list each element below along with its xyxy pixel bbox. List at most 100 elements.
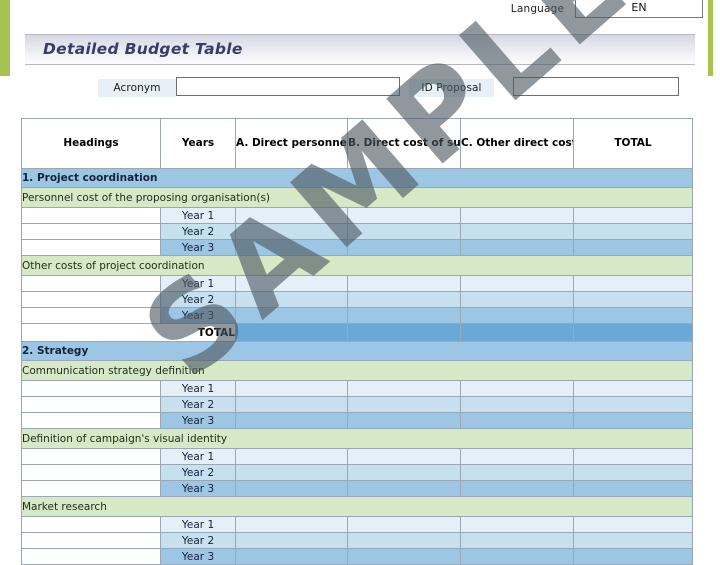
other-direct-cost-cell[interactable] xyxy=(460,480,574,497)
language-label: Language xyxy=(510,3,565,15)
heading-input-cell[interactable] xyxy=(21,464,161,481)
heading-input-cell[interactable] xyxy=(21,532,161,549)
column-header-other-costs: C. Other direct costs xyxy=(460,118,574,169)
personnel-cost-cell[interactable] xyxy=(235,380,348,397)
detailed-budget-table: Headings Years A. Direct personnel costs… xyxy=(21,118,693,565)
other-direct-cost-cell[interactable] xyxy=(460,448,574,465)
other-direct-cost-cell[interactable] xyxy=(460,380,574,397)
heading-input-cell[interactable] xyxy=(21,412,161,429)
personnel-cost-cell[interactable] xyxy=(235,516,348,533)
heading-input-cell[interactable] xyxy=(21,516,161,533)
subcontracting-cost-cell[interactable] xyxy=(347,396,461,413)
other-direct-cost-cell[interactable] xyxy=(460,532,574,549)
personnel-cost-cell[interactable] xyxy=(235,412,348,429)
other-direct-cost-cell[interactable] xyxy=(460,275,574,292)
personnel-cost-cell[interactable] xyxy=(235,480,348,497)
year-label-cell: Year 3 xyxy=(160,548,236,565)
personnel-cost-cell[interactable] xyxy=(235,532,348,549)
year-label-cell: Year 3 xyxy=(160,412,236,429)
personnel-cost-cell[interactable] xyxy=(235,464,348,481)
id-proposal-input[interactable] xyxy=(513,77,679,96)
subsection-header-row: Definition of campaign's visual identity xyxy=(21,428,693,449)
other-direct-cost-cell[interactable] xyxy=(460,291,574,308)
column-header-headings: Headings xyxy=(21,118,161,169)
personnel-cost-cell[interactable] xyxy=(235,223,348,240)
personnel-cost-cell[interactable] xyxy=(235,291,348,308)
row-total-cell xyxy=(573,396,693,413)
budget-year-row: Year 2 xyxy=(21,532,693,549)
row-total-cell xyxy=(573,548,693,565)
row-total-cell xyxy=(573,223,693,240)
section-header-row: 2. Strategy xyxy=(21,341,693,361)
budget-year-row: Year 1 xyxy=(21,516,693,533)
personnel-cost-cell[interactable] xyxy=(235,396,348,413)
language-select[interactable]: EN xyxy=(575,0,703,18)
personnel-cost-cell[interactable] xyxy=(235,548,348,565)
subcontracting-cost-cell[interactable] xyxy=(347,307,461,324)
subsection-header-row: Other costs of project coordination xyxy=(21,255,693,276)
other-direct-cost-cell[interactable] xyxy=(460,516,574,533)
subcontracting-cost-cell[interactable] xyxy=(347,480,461,497)
right-accent-stripe xyxy=(708,0,713,76)
subcontracting-cost-cell[interactable] xyxy=(347,464,461,481)
subcontracting-cost-cell[interactable] xyxy=(347,532,461,549)
personnel-cost-cell[interactable] xyxy=(235,207,348,224)
row-total-cell xyxy=(573,275,693,292)
section-title: 1. Project coordination xyxy=(21,168,693,188)
heading-input-cell[interactable] xyxy=(21,480,161,497)
heading-input-cell[interactable] xyxy=(21,223,161,240)
row-total-cell xyxy=(573,532,693,549)
subcontracting-cost-cell[interactable] xyxy=(347,412,461,429)
personnel-cost-cell[interactable] xyxy=(235,239,348,256)
acronym-label: Acronym xyxy=(98,79,176,97)
budget-year-row: Year 2 xyxy=(21,464,693,481)
row-total-cell xyxy=(573,448,693,465)
heading-input-cell[interactable] xyxy=(21,396,161,413)
heading-input-cell[interactable] xyxy=(21,448,161,465)
acronym-input[interactable] xyxy=(176,77,400,96)
other-direct-cost-cell[interactable] xyxy=(460,207,574,224)
heading-input-cell[interactable] xyxy=(21,307,161,324)
other-direct-cost-cell[interactable] xyxy=(460,239,574,256)
year-label-cell: Year 2 xyxy=(160,291,236,308)
personnel-cost-cell[interactable] xyxy=(235,448,348,465)
heading-input-cell[interactable] xyxy=(21,291,161,308)
year-label-cell: Year 1 xyxy=(160,516,236,533)
subcontracting-cost-cell[interactable] xyxy=(347,516,461,533)
subsection-title: Personnel cost of the proposing organisa… xyxy=(21,187,693,208)
subcontracting-cost-cell[interactable] xyxy=(347,448,461,465)
other-direct-cost-cell[interactable] xyxy=(460,464,574,481)
language-bar: Language EN xyxy=(0,0,720,22)
subcontracting-cost-cell[interactable] xyxy=(347,548,461,565)
other-direct-cost-cell[interactable] xyxy=(460,396,574,413)
personnel-cost-cell[interactable] xyxy=(235,307,348,324)
section-total-other xyxy=(460,323,574,342)
other-direct-cost-cell[interactable] xyxy=(460,548,574,565)
subsection-header-row: Market research xyxy=(21,496,693,517)
heading-input-cell[interactable] xyxy=(21,239,161,256)
table-body: 1. Project coordination Personnel cost of… xyxy=(21,168,693,565)
section-total-subcontracting xyxy=(347,323,461,342)
subsection-header-row: Personnel cost of the proposing organisa… xyxy=(21,187,693,208)
heading-input-cell[interactable] xyxy=(21,380,161,397)
subcontracting-cost-cell[interactable] xyxy=(347,291,461,308)
row-total-cell xyxy=(573,239,693,256)
subcontracting-cost-cell[interactable] xyxy=(347,275,461,292)
year-label-cell: Year 1 xyxy=(160,207,236,224)
personnel-cost-cell[interactable] xyxy=(235,275,348,292)
subcontracting-cost-cell[interactable] xyxy=(347,207,461,224)
subcontracting-cost-cell[interactable] xyxy=(347,380,461,397)
row-total-cell xyxy=(573,464,693,481)
other-direct-cost-cell[interactable] xyxy=(460,223,574,240)
other-direct-cost-cell[interactable] xyxy=(460,307,574,324)
budget-year-row: Year 3 xyxy=(21,307,693,324)
column-header-personnel-costs: A. Direct personnel costs xyxy=(235,118,348,169)
subcontracting-cost-cell[interactable] xyxy=(347,239,461,256)
heading-input-cell[interactable] xyxy=(21,275,161,292)
subcontracting-cost-cell[interactable] xyxy=(347,223,461,240)
heading-input-cell[interactable] xyxy=(21,548,161,565)
year-label-cell: Year 2 xyxy=(160,396,236,413)
heading-input-cell[interactable] xyxy=(21,207,161,224)
other-direct-cost-cell[interactable] xyxy=(460,412,574,429)
row-total-cell xyxy=(573,480,693,497)
